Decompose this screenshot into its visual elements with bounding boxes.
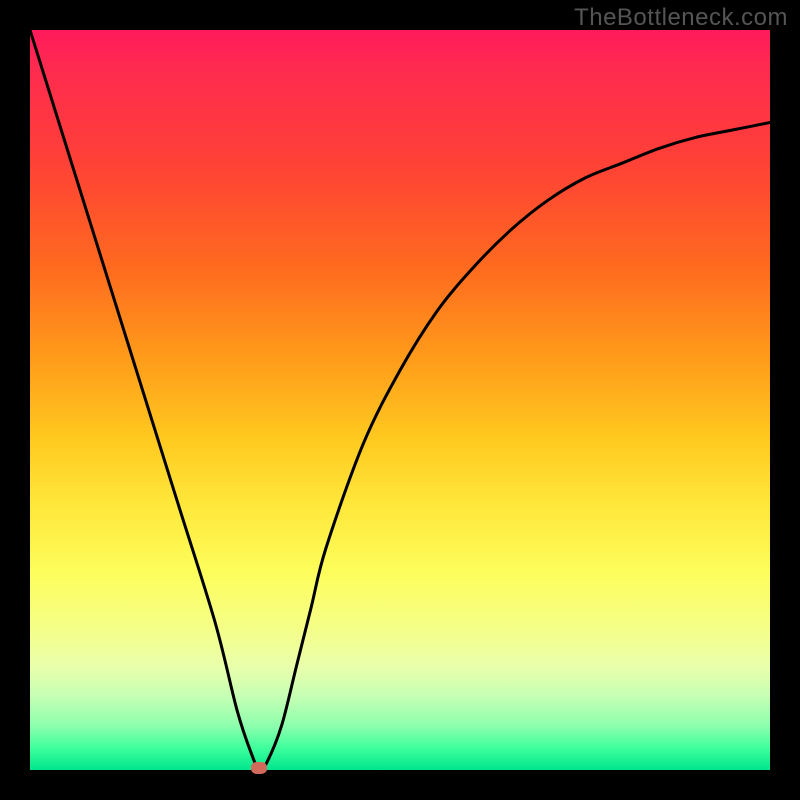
chart-container: TheBottleneck.com <box>0 0 800 800</box>
min-marker <box>251 762 267 774</box>
watermark-text: TheBottleneck.com <box>574 4 788 32</box>
curve-svg <box>30 30 770 770</box>
plot-area <box>30 30 770 770</box>
bottleneck-curve <box>30 30 770 770</box>
